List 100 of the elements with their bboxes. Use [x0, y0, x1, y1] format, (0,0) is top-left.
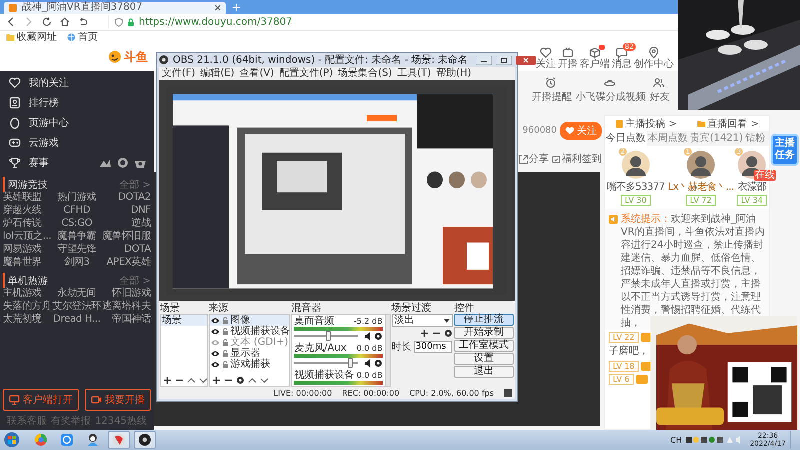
down-icon[interactable]	[260, 376, 269, 385]
start-live-button[interactable]: 我要开播	[85, 389, 151, 411]
scene-item[interactable]: 场景	[161, 315, 207, 326]
plus-icon[interactable]	[420, 329, 430, 338]
control-button[interactable]: 开始录制	[454, 327, 514, 339]
game-link[interactable]: lol云顶之...	[3, 231, 52, 243]
ranking-tab[interactable]: 本周点数	[647, 131, 689, 146]
back-icon[interactable]	[6, 17, 16, 27]
gear-icon[interactable]	[374, 358, 383, 368]
source-item[interactable]: 视频捕获设备	[210, 326, 290, 337]
header-action[interactable]: 开播	[558, 46, 578, 70]
duration-field[interactable]: 300ms	[414, 341, 452, 353]
volume-slider[interactable]	[348, 358, 354, 368]
menu-item[interactable]: 场景集合(S)	[338, 67, 392, 80]
toolbar-button[interactable]: 小飞碟分成视频	[576, 77, 646, 104]
source-item[interactable]: 游戏捕获	[210, 359, 290, 370]
panel-link[interactable]: 主播投稿 >	[614, 118, 678, 129]
emblem-icon[interactable]	[117, 157, 129, 169]
game-link[interactable]: 魔兽争霸	[58, 231, 96, 243]
source-item[interactable]: 显示器	[210, 348, 290, 359]
sidebar-item[interactable]: 页游中心	[9, 116, 69, 130]
maximize-icon[interactable]	[496, 56, 512, 64]
ranking-tab[interactable]: 钻粉	[744, 131, 766, 146]
control-button[interactable]: 退出	[454, 366, 514, 378]
game-link[interactable]: 艾尔登法环	[52, 301, 102, 313]
header-action[interactable]: 客户端	[580, 46, 610, 70]
gear-icon[interactable]	[236, 376, 245, 385]
minimize-icon[interactable]	[476, 56, 492, 64]
taskbar-app[interactable]	[134, 431, 156, 449]
browser-tab[interactable]: 战神_阿油VR直播间37807	[4, 2, 226, 14]
game-link[interactable]: 网易游戏	[3, 244, 52, 256]
task-badge[interactable]: 主播任务	[771, 134, 799, 166]
game-link[interactable]: DNF	[102, 205, 151, 217]
more-link[interactable]: 全部 >	[119, 274, 151, 288]
toolbar-button[interactable]: 好友	[650, 77, 670, 104]
speaker-icon[interactable]	[364, 358, 371, 368]
game-link[interactable]: CS:GO	[58, 218, 96, 230]
game-link[interactable]: DOTA	[102, 244, 151, 256]
panel-link[interactable]: 直播回看 >	[696, 118, 760, 129]
home-icon[interactable]	[60, 17, 70, 27]
ranking-tab[interactable]: 今日点数	[605, 131, 647, 146]
header-action[interactable]: 创作中心	[634, 46, 674, 70]
scrollbar[interactable]	[384, 315, 390, 386]
menu-item[interactable]: 查看(V)	[240, 67, 274, 80]
game-link[interactable]: 逃离塔科夫	[102, 301, 151, 313]
close-icon[interactable]	[214, 4, 222, 12]
speaker-icon[interactable]	[364, 332, 371, 340]
bookmark-link[interactable]: 首页	[67, 32, 98, 42]
new-tab-icon[interactable]	[232, 3, 241, 12]
emblem-icon[interactable]	[99, 158, 112, 168]
address-field[interactable]: https://www.douyu.com/37807	[108, 15, 588, 29]
game-link[interactable]: 守望先锋	[58, 244, 96, 256]
down-icon[interactable]	[199, 376, 208, 385]
gear-icon[interactable]	[374, 332, 383, 340]
up-icon[interactable]	[187, 376, 196, 385]
close-icon[interactable]	[516, 56, 536, 64]
source-item[interactable]: 文本 (GDI+)	[210, 337, 290, 348]
transition-dropdown[interactable]: 淡出	[392, 314, 454, 327]
gear-icon[interactable]	[444, 329, 454, 338]
toolbar-button[interactable]: 开播提醒	[532, 77, 572, 104]
sidebar-item[interactable]: 排行榜	[9, 96, 59, 110]
game-link[interactable]: 主机游戏	[3, 288, 52, 300]
game-link[interactable]: Dread H...	[52, 314, 102, 326]
game-link[interactable]: CFHD	[58, 205, 96, 217]
game-link[interactable]: 魔兽怀旧服	[102, 231, 151, 243]
game-link[interactable]: 帝国神话	[102, 314, 151, 326]
more-link[interactable]: 全部 >	[119, 178, 151, 192]
up-icon[interactable]	[248, 376, 257, 385]
volume-slider[interactable]	[326, 331, 332, 341]
control-button[interactable]: 设置	[454, 353, 514, 365]
game-link[interactable]: 怀旧游戏	[102, 288, 151, 300]
undo-icon[interactable]	[78, 17, 88, 27]
game-link[interactable]: 永劫无间	[52, 288, 102, 300]
plus-icon[interactable]	[212, 376, 221, 385]
game-link[interactable]: 炉石传说	[3, 218, 52, 230]
game-link[interactable]: 太荒初境	[3, 314, 52, 326]
control-button[interactable]: 停止推流	[454, 314, 514, 326]
game-link[interactable]: APEX英雄	[102, 257, 151, 269]
header-action[interactable]: 关注	[536, 46, 556, 70]
menu-item[interactable]: 配置文件(P)	[279, 67, 334, 80]
ranking-tab[interactable]: 贵宾(1421)	[689, 131, 744, 146]
sidebar-item[interactable]: 赛事	[9, 156, 49, 170]
game-link[interactable]: 逆战	[102, 218, 151, 230]
game-link[interactable]: DOTA2	[102, 192, 151, 204]
game-link[interactable]: 英雄联盟	[3, 192, 52, 204]
sidebar-item[interactable]: 我的关注	[9, 76, 69, 90]
client-open-button[interactable]: 客户端打开	[3, 389, 79, 411]
share-link[interactable]: 分享	[519, 152, 549, 166]
menu-item[interactable]: 编辑(E)	[200, 67, 235, 80]
source-item[interactable]: 图像	[210, 315, 290, 326]
bookmark-link[interactable]: 收藏网址	[6, 32, 57, 42]
tray-icons[interactable]	[686, 435, 742, 445]
user-name[interactable]: 衣濛邵	[738, 180, 766, 194]
game-link[interactable]: 失落的方舟	[3, 301, 52, 313]
control-button[interactable]: 工作室模式	[454, 340, 514, 352]
sidebar-item[interactable]: 云游戏	[9, 136, 59, 150]
reload-icon[interactable]	[42, 17, 52, 27]
user-name[interactable]: Lx丶赫老食丶...	[668, 180, 734, 194]
menu-item[interactable]: 帮助(H)	[436, 67, 472, 80]
start-icon[interactable]	[4, 432, 20, 448]
